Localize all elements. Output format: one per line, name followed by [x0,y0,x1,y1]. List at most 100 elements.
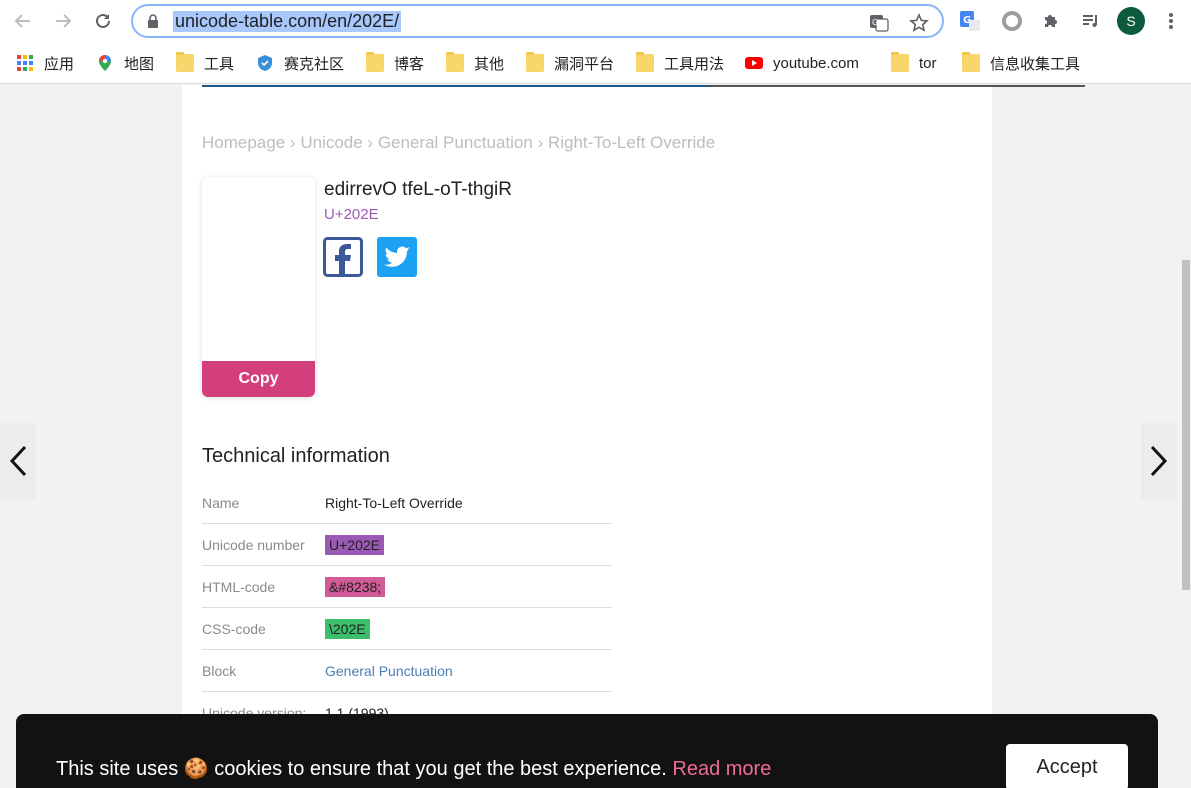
chevron-left-icon [9,445,27,477]
folder-icon [176,52,194,72]
table-row: CSS-code \202E [202,608,612,650]
previous-character-button[interactable] [0,423,36,499]
apps-grid-icon [17,55,33,71]
reload-icon [96,13,110,28]
folder-icon [526,52,544,72]
bookmark-folder-other[interactable]: 其他 [446,52,504,74]
folder-icon [446,52,464,72]
bookmark-label: 漏洞平台 [554,55,615,73]
technical-info-heading: Technical information [202,445,390,467]
chevron-right-icon [1150,445,1168,477]
page-viewport: Homepage › Unicode › General Punctuation… [0,85,1191,788]
main-content: Homepage › Unicode › General Punctuation… [182,85,1085,788]
bookmark-folder-vuln[interactable]: 漏洞平台 [526,52,614,74]
facebook-share-button[interactable] [323,237,363,277]
twitter-icon [384,246,410,267]
row-key: Name [202,494,240,511]
url-text: unicode-table.com/en/202E/ [173,11,402,32]
kebab-menu-icon[interactable] [1159,9,1183,33]
bookmark-label: 赛克社区 [284,55,345,73]
technical-info-table: Name Right-To-Left Override Unicode numb… [202,482,612,734]
breadcrumb-unicode[interactable]: Unicode [300,133,362,152]
circle-extension-icon[interactable] [1000,9,1024,33]
breadcrumb-separator: › [537,133,544,152]
bookmark-label: 地图 [124,55,155,73]
row-value: Right-To-Left Override [325,494,463,511]
css-code-tag[interactable]: \202E [325,618,370,639]
folder-icon [962,52,980,72]
puzzle-extensions-icon[interactable] [1039,9,1063,33]
google-translate-extension-icon[interactable]: G [958,9,982,33]
breadcrumb-homepage[interactable]: Homepage [202,133,285,152]
facebook-icon [323,237,363,277]
breadcrumb-separator: › [289,133,296,152]
bookmark-folder-info[interactable]: 信息收集工具 [962,52,1080,74]
translate-icon[interactable]: G [869,13,889,33]
next-character-button[interactable] [1141,423,1177,499]
unicode-number-tag[interactable]: U+202E [325,534,384,555]
folder-icon [891,52,909,72]
browser-toolbar: unicode-table.com/en/202E/ G G S [0,0,1191,42]
bookmark-star-icon[interactable] [909,13,929,33]
bookmark-folder-blog[interactable]: 博客 [366,52,424,74]
row-key: Block [202,662,237,679]
breadcrumb-current: Right-To-Left Override [547,133,716,152]
bookmark-label: 工具 [204,55,235,73]
bookmark-label: 信息收集工具 [990,55,1081,73]
table-row: HTML-code &#8238; [202,566,612,608]
table-row: Unicode number U+202E [202,524,612,566]
breadcrumb-separator: › [367,133,374,152]
read-more-link[interactable]: Read more [672,758,771,780]
forward-button[interactable] [51,9,75,33]
profile-avatar[interactable]: S [1117,7,1145,35]
bookmark-apps[interactable]: 应用 [16,52,74,74]
youtube-icon [745,57,763,69]
bookmark-folder-tools[interactable]: 工具 [176,52,234,74]
shield-site-icon [258,55,272,71]
reload-button[interactable] [91,9,115,33]
twitter-share-button[interactable] [377,237,417,277]
html-code-tag[interactable]: &#8238; [325,576,386,597]
character-card: Copy [202,177,315,397]
bookmark-folder-tor[interactable]: tor [891,52,937,74]
row-key: HTML-code [202,578,276,595]
character-code: U+202E [324,206,379,223]
row-key: Unicode number [202,536,305,553]
bookmark-youtube[interactable]: youtube.com [745,52,859,74]
cookie-text-after: cookies to ensure that you get the best … [214,758,667,780]
address-bar[interactable]: unicode-table.com/en/202E/ G [131,4,944,38]
accept-cookies-button[interactable]: Accept [1006,744,1128,788]
bookmark-label: 应用 [44,55,75,73]
bookmark-label: 工具用法 [664,55,725,73]
row-key: CSS-code [202,620,266,637]
bookmark-label: youtube.com [773,54,859,72]
header-divider [202,85,1085,87]
page-scrollbar[interactable] [1181,85,1191,788]
cookie-text-before: This site uses [56,758,179,780]
media-queue-icon[interactable] [1079,9,1103,33]
bookmarks-bar: 应用 地图 工具 赛克社区 博客 其他 漏洞平台 工具用法 youtube.co… [0,42,1191,84]
block-link[interactable]: General Punctuation [325,663,453,679]
cookie-banner: This site uses 🍪 cookies to ensure that … [16,714,1158,788]
breadcrumb: Homepage › Unicode › General Punctuation… [202,133,715,153]
lock-icon [147,14,159,33]
bookmark-community[interactable]: 赛克社区 [256,52,344,74]
cookie-message: This site uses 🍪 cookies to ensure that … [56,756,771,781]
arrow-right-icon [56,14,72,28]
table-row: Block General Punctuation [202,650,612,692]
copy-button[interactable]: Copy [202,361,315,397]
character-title: edirrevO tfeL-oT-thgiR [324,179,512,200]
bookmark-maps[interactable]: 地图 [96,52,154,74]
back-button[interactable] [11,9,35,33]
breadcrumb-general-punctuation[interactable]: General Punctuation [378,133,533,152]
bookmark-label: tor [919,54,937,72]
cookie-emoji-icon: 🍪 [183,758,209,780]
bookmark-folder-usage[interactable]: 工具用法 [636,52,724,74]
bookmark-label: 博客 [394,55,425,73]
scrollbar-thumb[interactable] [1182,260,1190,590]
bookmark-label: 其他 [474,55,505,73]
folder-icon [636,52,654,72]
maps-pin-icon [99,55,111,71]
arrow-left-icon [14,14,30,28]
svg-text:G: G [872,18,878,27]
